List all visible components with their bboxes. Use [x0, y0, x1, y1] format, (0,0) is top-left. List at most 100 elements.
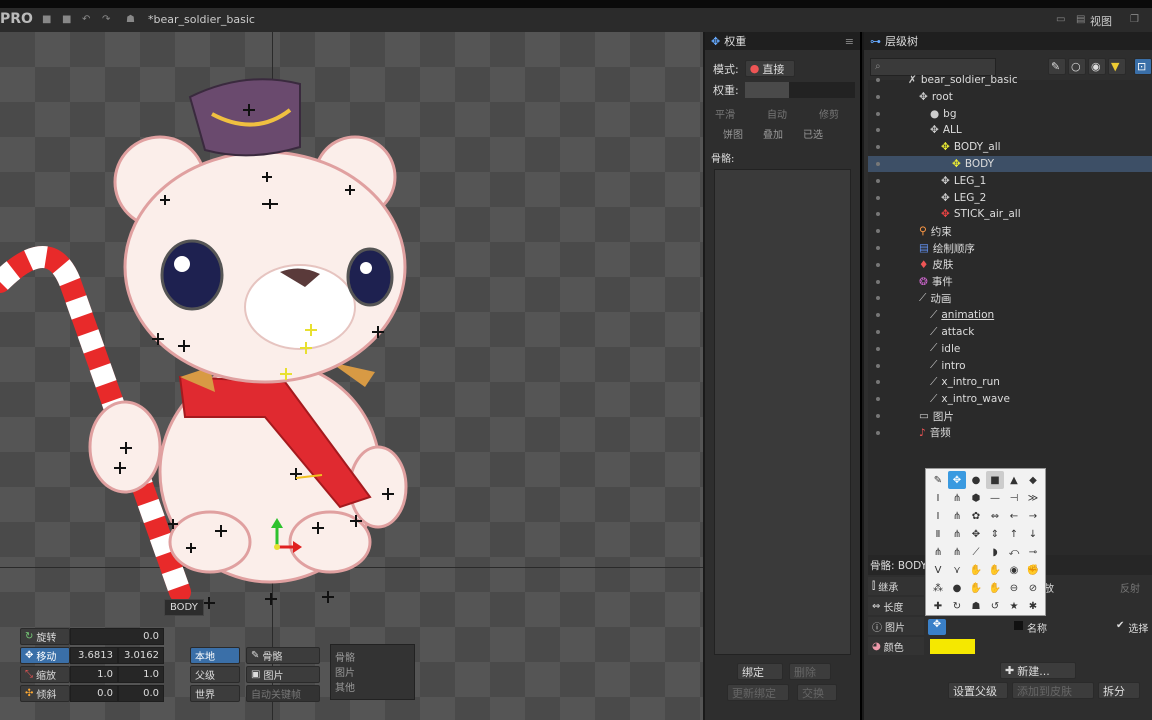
- down-icon[interactable]: ↓: [1024, 525, 1042, 543]
- translate-x[interactable]: 3.6813: [70, 647, 118, 664]
- inherit-row[interactable]: ⫿ 继承: [868, 577, 924, 595]
- fork4-icon[interactable]: ⋔: [929, 543, 947, 561]
- eye-icon[interactable]: ◉: [1005, 561, 1023, 579]
- restore-icon[interactable]: ❐: [1130, 14, 1139, 25]
- tree-node[interactable]: ⟋ animation: [868, 307, 1152, 323]
- local-axis-button[interactable]: 本地: [190, 647, 240, 664]
- world-axis-button[interactable]: 世界: [190, 685, 240, 702]
- hand4-icon[interactable]: ✋: [986, 579, 1004, 597]
- circle-icon[interactable]: ●: [967, 471, 985, 489]
- tree-node[interactable]: ✥ BODY: [868, 156, 1152, 172]
- visibility-dot[interactable]: [876, 313, 880, 318]
- fork3-icon[interactable]: ⋔: [948, 525, 966, 543]
- tree-node[interactable]: ♪ 音频: [868, 425, 1152, 441]
- selected-toggle[interactable]: 已选: [803, 126, 823, 141]
- vertical-icon[interactable]: ⇕: [986, 525, 1004, 543]
- visibility-dot[interactable]: [876, 162, 880, 166]
- vee-icon[interactable]: V: [929, 561, 947, 579]
- new-button[interactable]: ✚ 新建...: [1000, 662, 1076, 679]
- tree-node[interactable]: ⟋ idle: [868, 341, 1152, 357]
- bones-toggle[interactable]: ✎ 骨骼: [246, 647, 320, 664]
- tree-node[interactable]: ✥ BODY_all: [868, 139, 1152, 155]
- tree-node[interactable]: ⟋ 动画: [868, 290, 1152, 306]
- hand2-icon[interactable]: ✋: [986, 561, 1004, 579]
- visibility-dot[interactable]: [876, 363, 880, 368]
- visibility-dot[interactable]: [876, 195, 880, 200]
- bones-list[interactable]: [714, 169, 851, 655]
- visibility-dot[interactable]: [876, 279, 880, 284]
- asterisk-icon[interactable]: ✱: [1024, 597, 1042, 615]
- visibility-dot[interactable]: [876, 330, 880, 334]
- view-menu[interactable]: 视图: [1090, 13, 1112, 29]
- vis-bones[interactable]: 骨骼: [335, 649, 410, 664]
- ban-icon[interactable]: ⊘: [1024, 579, 1042, 597]
- translate-button[interactable]: ✥ 移动: [20, 647, 70, 664]
- hand-icon[interactable]: ✋: [967, 561, 985, 579]
- tee-icon[interactable]: ⊣: [1005, 489, 1023, 507]
- set-parent-button[interactable]: 设置父级: [948, 682, 1008, 699]
- prune-button[interactable]: 修剪: [819, 106, 863, 121]
- visibility-dot[interactable]: [876, 430, 880, 435]
- star-icon[interactable]: ★: [1005, 597, 1023, 615]
- delete-button[interactable]: 删除: [789, 663, 831, 680]
- visibility-dot[interactable]: [876, 229, 880, 234]
- pause-icon[interactable]: Ⅱ: [929, 525, 947, 543]
- square-icon[interactable]: ■: [986, 471, 1004, 489]
- chevrons-icon[interactable]: ≫: [1024, 489, 1042, 507]
- tree-node[interactable]: ❂ 事件: [868, 274, 1152, 290]
- rotate-button[interactable]: ↻ 旋转: [20, 628, 70, 645]
- spark-icon[interactable]: ⁂: [929, 579, 947, 597]
- up-icon[interactable]: ↑: [1005, 525, 1023, 543]
- images-toggle[interactable]: ▣ 图片: [246, 666, 320, 683]
- fork-icon[interactable]: ⋔: [948, 489, 966, 507]
- panel-menu-icon[interactable]: ≡: [845, 35, 854, 48]
- visibility-dot[interactable]: [876, 346, 880, 351]
- weights-tab[interactable]: 权重: [724, 33, 746, 49]
- canvas-viewport[interactable]: BODY: [0, 32, 703, 720]
- shear-y[interactable]: 0.0: [118, 685, 164, 702]
- horizontal-icon[interactable]: ⇔: [986, 507, 1004, 525]
- wedge-icon[interactable]: ⋎: [948, 561, 966, 579]
- gear-icon[interactable]: ⬢: [967, 489, 985, 507]
- bar-icon[interactable]: I: [929, 489, 947, 507]
- visibility-dot[interactable]: [876, 94, 880, 99]
- triangle-icon[interactable]: ▲: [1005, 471, 1023, 489]
- flower-icon[interactable]: ✿: [967, 507, 985, 525]
- visibility-dot[interactable]: [876, 212, 880, 217]
- visibility-dot[interactable]: [876, 296, 880, 301]
- mode-dropdown[interactable]: ● 直接: [744, 60, 795, 77]
- curl-icon[interactable]: ⤺: [1005, 543, 1023, 561]
- tree-node[interactable]: ✥ ALL: [868, 122, 1152, 138]
- visibility-dot[interactable]: [876, 178, 880, 183]
- right-icon[interactable]: →: [1024, 507, 1042, 525]
- hand3-icon[interactable]: ✋: [967, 579, 985, 597]
- dash-icon[interactable]: —: [986, 489, 1004, 507]
- pen-icon[interactable]: ✎: [929, 471, 947, 489]
- bar2-icon[interactable]: I: [929, 507, 947, 525]
- half-icon[interactable]: ◗: [986, 543, 1004, 561]
- tree-node[interactable]: ✥ LEG_1: [868, 173, 1152, 189]
- minus-icon[interactable]: ⊖: [1005, 579, 1023, 597]
- plus-icon[interactable]: ✚: [929, 597, 947, 615]
- tree-node[interactable]: ✥ STICK_air_all: [868, 206, 1152, 222]
- fist-icon[interactable]: ✊: [1024, 561, 1042, 579]
- tree-node[interactable]: ▭ 图片: [868, 408, 1152, 424]
- vis-other[interactable]: 其他: [335, 679, 410, 694]
- pie-toggle[interactable]: 饼图: [723, 126, 743, 141]
- visibility-dot[interactable]: [876, 128, 880, 133]
- split-button[interactable]: 拆分: [1098, 682, 1140, 699]
- visibility-dot[interactable]: [876, 262, 880, 267]
- visibility-dot[interactable]: [876, 246, 880, 250]
- undo-icon[interactable]: ↶: [82, 14, 90, 25]
- open-icon[interactable]: ■: [42, 14, 51, 25]
- visibility-dot[interactable]: [876, 414, 880, 418]
- cross-icon[interactable]: ✥: [967, 525, 985, 543]
- vis-images[interactable]: 图片: [335, 664, 410, 679]
- overlay-toggle[interactable]: 叠加: [763, 126, 783, 141]
- move-icon[interactable]: ✥: [948, 471, 966, 489]
- rotate-icon[interactable]: ↻: [948, 597, 966, 615]
- window-icon[interactable]: ▭: [1056, 14, 1065, 25]
- visibility-dot[interactable]: [876, 397, 880, 402]
- tree-node[interactable]: ✥ root: [868, 89, 1152, 105]
- add-to-skin-button[interactable]: 添加到皮肤: [1012, 682, 1094, 699]
